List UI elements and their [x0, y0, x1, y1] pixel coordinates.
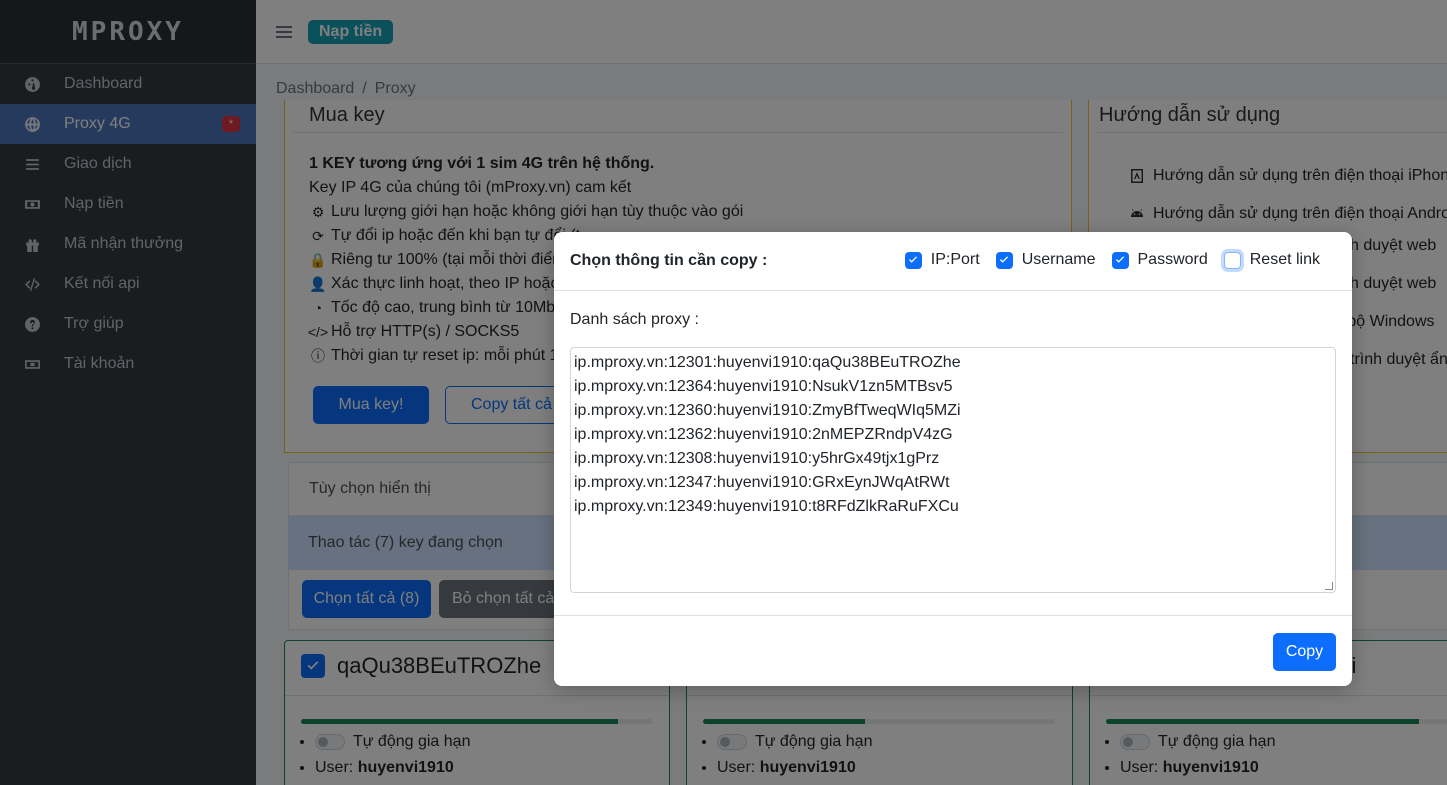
checkbox-checked-icon: [1111, 251, 1129, 269]
proxy-line: ip.mproxy.vn:12360:huyenvi1910:ZmyBfTweq…: [574, 402, 961, 419]
reset-link-checkbox[interactable]: Reset link: [1223, 251, 1320, 269]
proxy-line: ip.mproxy.vn:12301:huyenvi1910:qaQu38BEu…: [574, 354, 961, 371]
checkbox-label: IP:Port: [930, 251, 980, 268]
copy-button[interactable]: Copy: [1273, 633, 1336, 671]
checkbox-label: Reset link: [1249, 251, 1320, 268]
checkbox-label: Username: [1021, 251, 1096, 268]
proxy-line: ip.mproxy.vn:12364:huyenvi1910:NsukV1zn5…: [574, 378, 953, 395]
copy-proxy-modal: Chọn thông tin cần copy : IP:Port Userna…: [554, 232, 1352, 686]
proxy-list-textarea[interactable]: ip.mproxy.vn:12301:huyenvi1910:qaQu38BEu…: [570, 347, 1336, 593]
proxy-list-label: Danh sách proxy :: [570, 311, 699, 328]
proxy-line: ip.mproxy.vn:12308:huyenvi1910:y5hrGx49t…: [574, 450, 940, 467]
proxy-line: ip.mproxy.vn:12347:huyenvi1910:GRxEynJWq…: [574, 474, 950, 491]
resize-handle-icon[interactable]: [1325, 582, 1333, 590]
ipport-checkbox[interactable]: IP:Port: [904, 251, 980, 269]
modal-title: Chọn thông tin cần copy :: [570, 252, 768, 269]
proxy-line: ip.mproxy.vn:12362:huyenvi1910:2nMEPZRnd…: [574, 426, 953, 443]
checkbox-unchecked-icon: [1223, 251, 1241, 269]
checkbox-checked-icon: [904, 251, 922, 269]
checkbox-label: Password: [1137, 251, 1208, 268]
username-checkbox[interactable]: Username: [995, 251, 1096, 269]
copy-field-checkboxes: IP:Port Username Password Reset link: [889, 251, 1320, 269]
checkbox-checked-icon: [995, 251, 1013, 269]
password-checkbox[interactable]: Password: [1111, 251, 1208, 269]
proxy-line: ip.mproxy.vn:12349:huyenvi1910:t8RFdZlkR…: [574, 498, 959, 515]
